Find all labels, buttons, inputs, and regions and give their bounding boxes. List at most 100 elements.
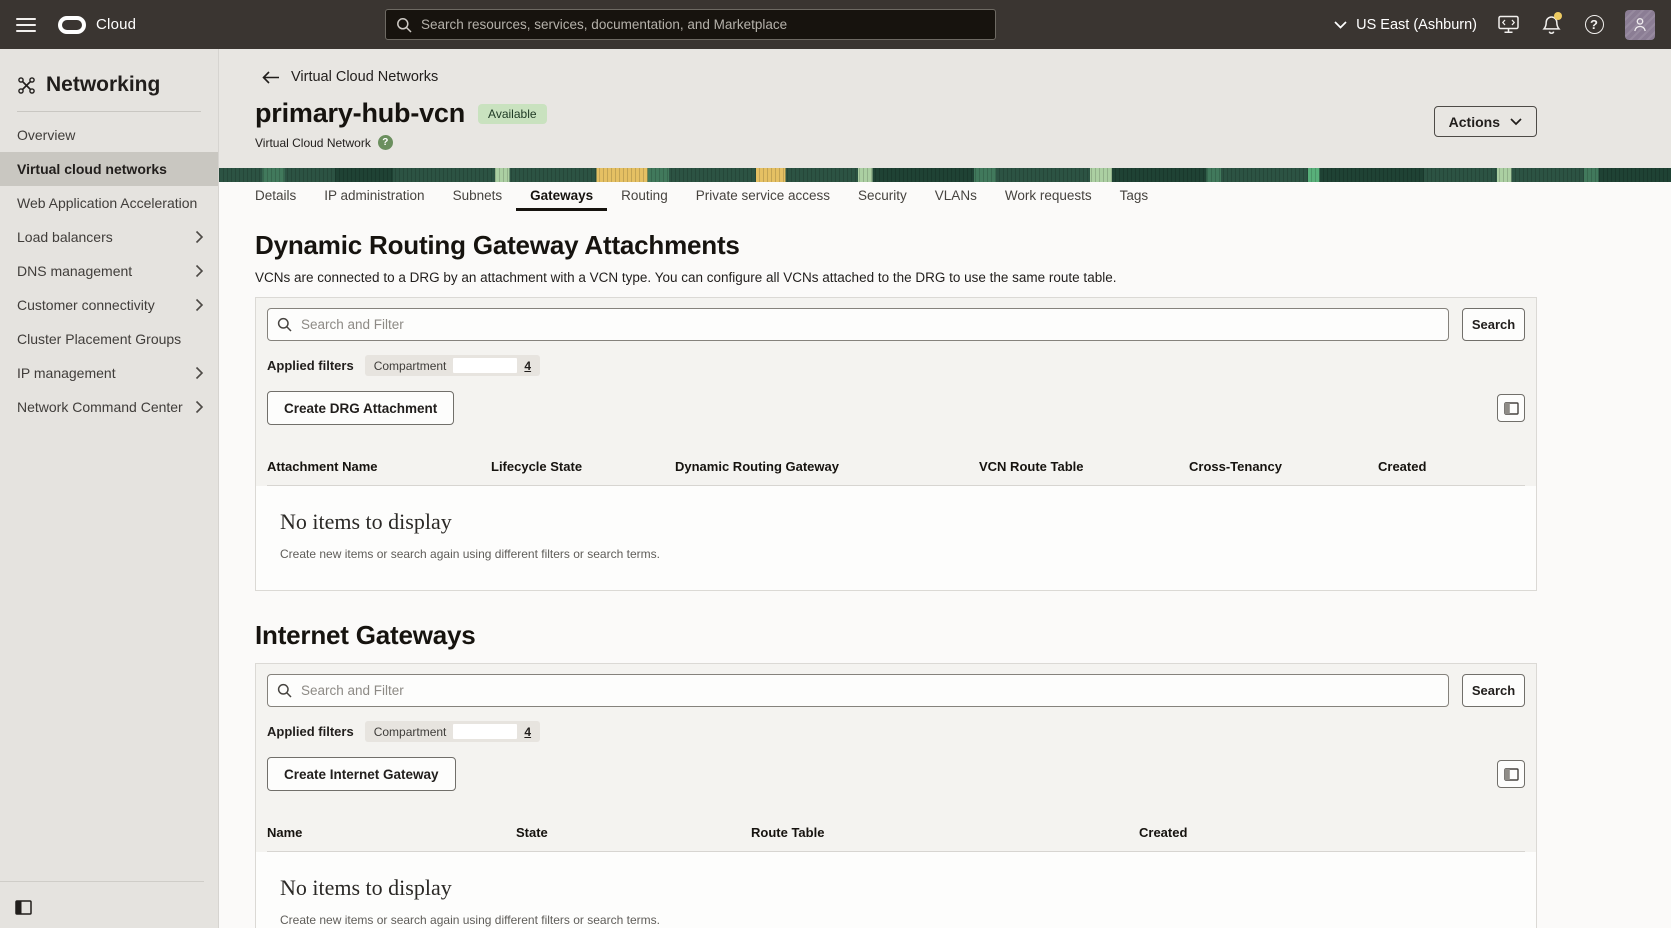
sidebar-item-label: Cluster Placement Groups [17, 331, 181, 347]
tab-work-requests[interactable]: Work requests [991, 182, 1106, 211]
column-header-lifecycle-state[interactable]: Lifecycle State [491, 459, 675, 474]
search-button[interactable]: Search [1462, 308, 1525, 341]
back-arrow-icon [262, 71, 279, 84]
table-columns-icon [1504, 402, 1519, 415]
column-header-name[interactable]: Name [267, 825, 516, 840]
sidebar-item-label: IP management [17, 365, 116, 381]
global-search-input[interactable] [421, 17, 985, 32]
help-icon[interactable]: ? [1582, 13, 1606, 37]
sidebar: Networking OverviewVirtual cloud network… [0, 49, 219, 928]
table-header-row: NameStateRoute TableCreated [267, 817, 1525, 852]
status-badge: Available [478, 104, 546, 124]
help-tooltip-icon[interactable]: ? [378, 135, 393, 150]
column-header-vcn-route-table[interactable]: VCN Route Table [979, 459, 1189, 474]
region-label: US East (Ashburn) [1356, 17, 1477, 33]
table-columns-icon [1504, 768, 1519, 781]
notification-dot [1554, 12, 1562, 20]
column-header-created[interactable]: Created [1139, 825, 1525, 840]
chevron-right-icon [195, 264, 204, 278]
search-button[interactable]: Search [1462, 674, 1525, 707]
tab-vlans[interactable]: VLANs [921, 182, 991, 211]
filter-chip-value-suffix[interactable]: 4 [524, 725, 531, 739]
collapse-sidebar-icon[interactable] [15, 900, 32, 915]
sidebar-item-web-application-acceleration[interactable]: Web Application Acceleration [0, 186, 218, 220]
empty-state: No items to display Create new items or … [256, 852, 1536, 928]
search-icon [396, 17, 412, 33]
sidebar-item-load-balancers[interactable]: Load balancers [0, 220, 218, 254]
search-filter-input[interactable] [267, 674, 1449, 707]
search-filter-field [267, 674, 1449, 707]
column-header-created[interactable]: Created [1378, 459, 1525, 474]
sidebar-item-dns-management[interactable]: DNS management [0, 254, 218, 288]
search-icon [277, 317, 292, 332]
section-internet-gateways: Internet Gateways Search Applied filters [255, 620, 1537, 928]
applied-filters-label: Applied filters [267, 724, 354, 739]
column-header-dynamic-routing-gateway[interactable]: Dynamic Routing Gateway [675, 459, 979, 474]
sidebar-nav-list: OverviewVirtual cloud networks Web Applic… [0, 118, 218, 424]
column-header-cross-tenancy[interactable]: Cross-Tenancy [1189, 459, 1378, 474]
region-selector[interactable]: US East (Ashburn) [1334, 17, 1477, 33]
back-link[interactable]: Virtual Cloud Networks [262, 69, 1537, 85]
filter-chip-redacted-value [453, 724, 517, 739]
filter-chip-value-suffix[interactable]: 4 [524, 359, 531, 373]
applied-filters-label: Applied filters [267, 358, 354, 373]
search-icon [277, 683, 292, 698]
sidebar-item-label: Load balancers [17, 229, 113, 245]
chevron-right-icon [195, 298, 204, 312]
page-header: Virtual Cloud Networks primary-hub-vcn A… [219, 49, 1671, 168]
sidebar-item-network-command-center[interactable]: Network Command Center [0, 390, 218, 424]
sidebar-item-virtual-cloud-networks[interactable]: Virtual cloud networks [0, 152, 218, 186]
back-link-label: Virtual Cloud Networks [291, 69, 438, 85]
sidebar-item-ip-management[interactable]: IP management [0, 356, 218, 390]
sidebar-item-label: Web Application Acceleration [17, 195, 197, 211]
section-description: VCNs are connected to a DRG by an attach… [255, 270, 1537, 285]
manage-columns-button[interactable] [1497, 760, 1525, 788]
search-filter-input[interactable] [267, 308, 1449, 341]
tab-gateways[interactable]: Gateways [516, 182, 607, 211]
tab-routing[interactable]: Routing [607, 182, 682, 211]
sidebar-item-customer-connectivity[interactable]: Customer connectivity [0, 288, 218, 322]
actions-button[interactable]: Actions [1434, 106, 1537, 137]
manage-columns-button[interactable] [1497, 394, 1525, 422]
chevron-right-icon [195, 230, 204, 244]
tab-details[interactable]: Details [241, 182, 310, 211]
compartment-filter-chip[interactable]: Compartment 4 [365, 721, 540, 742]
person-icon [1633, 17, 1647, 32]
create-drg-attachment-button[interactable]: Create DRG Attachment [267, 391, 454, 425]
hamburger-menu-icon[interactable] [16, 18, 36, 32]
table-header-row: Attachment NameLifecycle StateDynamic Ro… [267, 451, 1525, 486]
sidebar-item-label: DNS management [17, 263, 132, 279]
filter-chip-name: Compartment [374, 725, 447, 739]
page-title: primary-hub-vcn [255, 98, 465, 129]
main-content: Dynamic Routing Gateway Attachments VCNs… [219, 211, 1671, 928]
topbar: Cloud US East (Ashburn) ? [0, 0, 1671, 49]
tab-bar: DetailsIP administrationSubnetsGatewaysR… [219, 182, 1671, 211]
notifications-bell-icon[interactable] [1539, 13, 1563, 37]
user-avatar[interactable] [1625, 10, 1655, 40]
tab-security[interactable]: Security [844, 182, 921, 211]
networking-icon [17, 76, 36, 95]
sidebar-item-overview[interactable]: Overview [0, 118, 218, 152]
oracle-logo-icon [58, 16, 86, 34]
column-header-attachment-name[interactable]: Attachment Name [267, 459, 491, 474]
filter-chip-name: Compartment [374, 359, 447, 373]
oracle-cloud-logo[interactable]: Cloud [58, 16, 136, 34]
column-header-state[interactable]: State [516, 825, 751, 840]
sidebar-item-cluster-placement-groups[interactable]: Cluster Placement Groups [0, 322, 218, 356]
decorative-banner [219, 168, 1671, 182]
tab-subnets[interactable]: Subnets [439, 182, 517, 211]
global-search[interactable] [385, 9, 996, 40]
create-internet-gateway-button[interactable]: Create Internet Gateway [267, 757, 456, 791]
tab-ip-administration[interactable]: IP administration [310, 182, 438, 211]
chevron-right-icon [195, 366, 204, 380]
tab-tags[interactable]: Tags [1106, 182, 1163, 211]
tab-private-service-access[interactable]: Private service access [682, 182, 844, 211]
column-header-route-table[interactable]: Route Table [751, 825, 1139, 840]
sidebar-title: Networking [46, 73, 160, 97]
cloud-shell-icon[interactable] [1496, 13, 1520, 37]
chevron-down-icon [1510, 118, 1522, 126]
empty-state-hint: Create new items or search again using d… [280, 913, 1512, 927]
compartment-filter-chip[interactable]: Compartment 4 [365, 355, 540, 376]
divider [0, 881, 204, 882]
section-drg-attachments: Dynamic Routing Gateway Attachments VCNs… [255, 230, 1537, 591]
